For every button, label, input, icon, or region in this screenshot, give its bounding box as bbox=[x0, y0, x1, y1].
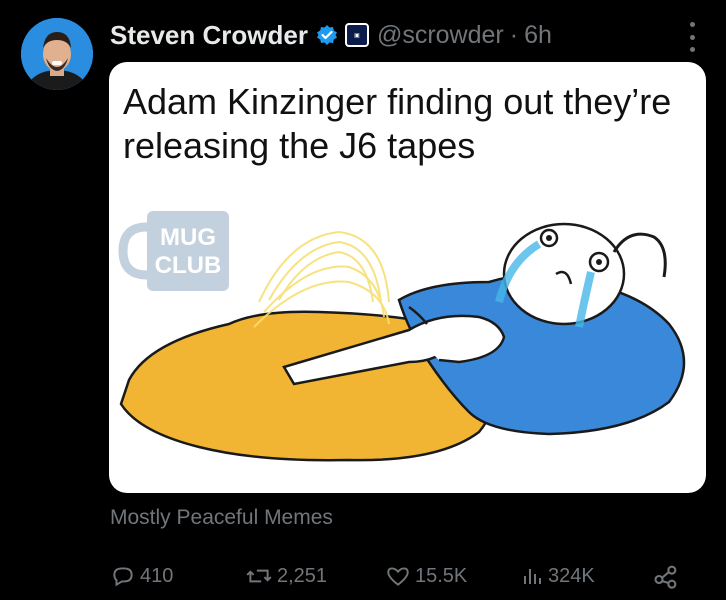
meme-caption: Adam Kinzinger finding out they’re relea… bbox=[123, 81, 672, 166]
views-button[interactable]: 324K bbox=[520, 560, 595, 592]
separator-dot: · bbox=[509, 20, 519, 49]
avatar-image bbox=[21, 18, 93, 90]
reply-button[interactable]: 410 bbox=[110, 560, 173, 592]
reply-icon bbox=[113, 567, 133, 587]
repost-icon bbox=[246, 569, 272, 583]
like-icon bbox=[387, 567, 409, 586]
repost-button[interactable]: 2,251 bbox=[245, 560, 327, 592]
action-bar: 410 2,251 15.5K 324K bbox=[110, 560, 710, 592]
repost-count: 2,251 bbox=[277, 564, 328, 587]
mug-club-watermark: MUG CLUB bbox=[118, 211, 229, 291]
media-source[interactable]: Mostly Peaceful Memes bbox=[110, 506, 333, 530]
svg-text:CLUB: CLUB bbox=[155, 252, 222, 279]
share-icon bbox=[654, 565, 677, 589]
tweet-media[interactable]: MUG CLUB Adam Kinzinger finding out they… bbox=[109, 62, 706, 493]
share-button[interactable] bbox=[652, 560, 684, 592]
reply-count: 410 bbox=[140, 564, 174, 587]
avatar[interactable] bbox=[21, 18, 93, 90]
author-name[interactable]: Steven Crowder bbox=[110, 20, 308, 51]
tweet-header: Steven Crowder ▣ @scrowder · 6h bbox=[110, 18, 710, 52]
author-handle[interactable]: @scrowder bbox=[377, 21, 504, 50]
verified-badge-icon[interactable] bbox=[316, 24, 338, 46]
views-count: 324K bbox=[548, 564, 595, 587]
like-button[interactable]: 15.5K bbox=[385, 560, 467, 592]
more-icon[interactable] bbox=[680, 22, 704, 52]
views-icon bbox=[524, 569, 541, 584]
tweet-timestamp[interactable]: 6h bbox=[524, 21, 552, 50]
affiliate-badge-icon[interactable]: ▣ bbox=[344, 23, 369, 47]
like-count: 15.5K bbox=[415, 564, 468, 587]
svg-text:MUG: MUG bbox=[160, 224, 216, 251]
